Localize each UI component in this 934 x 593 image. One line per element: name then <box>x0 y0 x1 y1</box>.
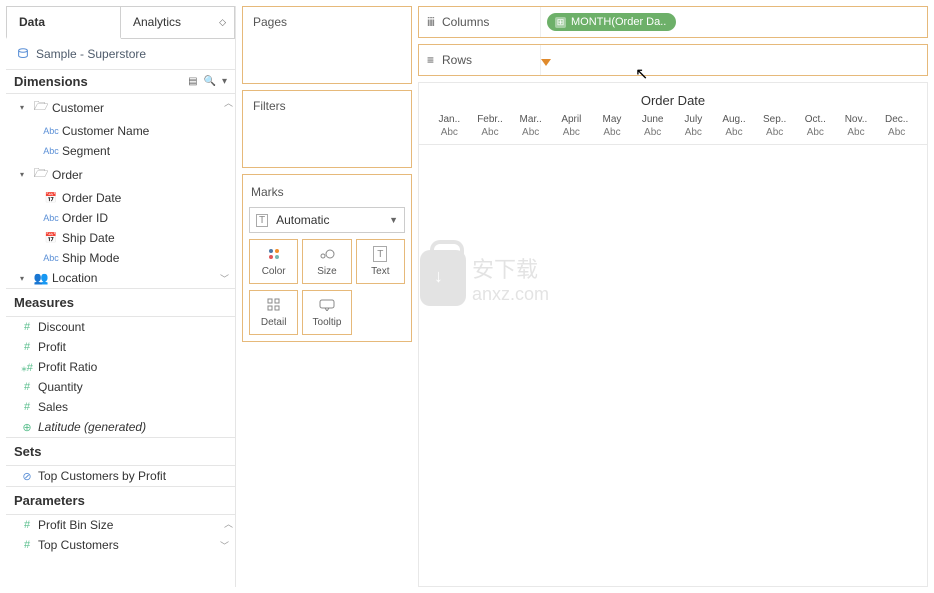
placeholder-row: AbcAbcAbcAbcAbcAbcAbcAbcAbcAbcAbcAbc <box>419 125 927 145</box>
hierarchy-icon: 👥 <box>34 271 48 285</box>
tooltip-icon <box>319 297 335 313</box>
pages-shelf[interactable]: Pages <box>242 6 412 84</box>
datasource-icon <box>16 47 30 61</box>
drop-indicator-icon <box>541 59 551 66</box>
color-icon <box>269 246 279 262</box>
pages-label: Pages <box>243 7 411 37</box>
field-ship-mode[interactable]: AbcShip Mode <box>6 248 235 268</box>
field-discount[interactable]: #Discount <box>6 317 235 337</box>
pill-month-order-date[interactable]: ⊞MONTH(Order Da.. <box>547 13 676 31</box>
globe-icon: ⊕ <box>20 421 34 434</box>
number-icon: # <box>20 341 34 353</box>
marks-label: Marks <box>249 181 405 207</box>
number-icon: # <box>20 381 34 393</box>
marks-card: Marks TAutomatic ▼ Color Size T Text <box>242 174 412 342</box>
marks-tooltip[interactable]: Tooltip <box>302 290 351 335</box>
string-icon: Abc <box>44 146 58 156</box>
column-headers: Jan..Febr..Mar..AprilMayJuneJulyAug..Sep… <box>419 114 927 125</box>
viz-canvas[interactable]: Order Date Jan..Febr..Mar..AprilMayJuneJ… <box>418 82 928 587</box>
size-icon <box>319 246 335 262</box>
date-icon: 📅 <box>44 193 58 204</box>
marks-size[interactable]: Size <box>302 239 351 284</box>
number-icon: # <box>20 519 34 531</box>
folder-icon: 🗁 <box>34 164 48 185</box>
chevron-down-icon: ▼ <box>389 215 398 225</box>
tab-analytics[interactable]: Analytics◇ <box>121 6 235 38</box>
scroll-up-icon[interactable]: ︿ <box>224 517 233 530</box>
filters-label: Filters <box>243 91 411 121</box>
columns-icon: iii <box>427 15 434 29</box>
datasource-name: Sample - Superstore <box>36 47 146 61</box>
detail-icon <box>267 297 281 313</box>
dimensions-header: Dimensions <box>14 74 88 89</box>
set-top-customers[interactable]: ⊘Top Customers by Profit <box>6 466 235 486</box>
chevron-down-icon: ▾ <box>20 274 30 283</box>
folder-icon: 🗁 <box>34 97 48 118</box>
string-icon: Abc <box>44 126 58 136</box>
viz-title: Order Date <box>419 83 927 114</box>
field-quantity[interactable]: #Quantity <box>6 377 235 397</box>
cursor-icon: ↖ <box>635 64 648 84</box>
measures-tree[interactable]: #Discount #Profit ⁎#Profit Ratio #Quanti… <box>6 317 235 437</box>
columns-shelf[interactable]: iiiColumns ⊞MONTH(Order Da.. <box>418 6 928 38</box>
rows-shelf[interactable]: ≡Rows ↖ <box>418 44 928 76</box>
field-latitude[interactable]: ⊕Latitude (generated) <box>6 417 235 437</box>
folder-customer[interactable]: ▾🗁Customer <box>6 94 235 121</box>
scroll-down-icon[interactable]: ﹀ <box>220 539 229 552</box>
parameters-header: Parameters <box>6 486 235 515</box>
param-profit-bin[interactable]: #Profit Bin Size <box>6 515 235 535</box>
folder-order[interactable]: ▾🗁Order <box>6 161 235 188</box>
scroll-down-icon[interactable]: ﹀ <box>220 272 229 285</box>
chevron-down-icon: ▾ <box>20 103 30 112</box>
field-order-id[interactable]: AbcOrder ID <box>6 208 235 228</box>
number-icon: ⁎# <box>20 361 34 374</box>
field-sales[interactable]: #Sales <box>6 397 235 417</box>
marks-detail[interactable]: Detail <box>249 290 298 335</box>
number-icon: # <box>20 321 34 333</box>
rows-icon: ≡ <box>427 53 434 67</box>
analytics-menu-icon[interactable]: ◇ <box>219 17 226 28</box>
measures-header: Measures <box>6 288 235 317</box>
marks-color[interactable]: Color <box>249 239 298 284</box>
folder-location[interactable]: ▾👥Location﹀ <box>6 268 235 288</box>
chevron-down-icon: ▾ <box>20 170 30 179</box>
field-ship-date[interactable]: 📅Ship Date <box>6 228 235 248</box>
number-icon: # <box>20 539 34 551</box>
field-segment[interactable]: AbcSegment <box>6 141 235 161</box>
sets-tree[interactable]: ⊘Top Customers by Profit <box>6 466 235 486</box>
string-icon: Abc <box>44 213 58 223</box>
scroll-up-icon[interactable]: ︿ <box>224 96 233 109</box>
marks-text[interactable]: T Text <box>356 239 405 284</box>
datasource-row[interactable]: Sample - Superstore <box>6 39 235 69</box>
expand-icon[interactable]: ⊞ <box>555 17 566 28</box>
marks-type-select[interactable]: TAutomatic ▼ <box>249 207 405 233</box>
text-type-icon: T <box>256 214 268 227</box>
filters-shelf[interactable]: Filters <box>242 90 412 168</box>
text-icon: T <box>373 246 387 262</box>
tab-data[interactable]: Data <box>6 6 121 39</box>
parameters-tree[interactable]: ︿ #Profit Bin Size #Top Customers﹀ <box>6 515 235 555</box>
field-profit[interactable]: #Profit <box>6 337 235 357</box>
fields-menu-icon[interactable]: ▾ <box>222 76 227 87</box>
search-icon[interactable]: 🔍 <box>204 76 216 87</box>
field-profit-ratio[interactable]: ⁎#Profit Ratio <box>6 357 235 377</box>
dimensions-tree[interactable]: ︿ ▾🗁Customer AbcCustomer Name AbcSegment… <box>6 94 235 288</box>
sets-header: Sets <box>6 437 235 466</box>
param-top-customers[interactable]: #Top Customers﹀ <box>6 535 235 555</box>
string-icon: Abc <box>44 253 58 263</box>
field-order-date[interactable]: 📅Order Date <box>6 188 235 208</box>
date-icon: 📅 <box>44 233 58 244</box>
number-icon: # <box>20 401 34 413</box>
view-mode-icon[interactable]: ▤ <box>188 76 197 87</box>
set-icon: ⊘ <box>20 470 34 483</box>
field-customer-name[interactable]: AbcCustomer Name <box>6 121 235 141</box>
